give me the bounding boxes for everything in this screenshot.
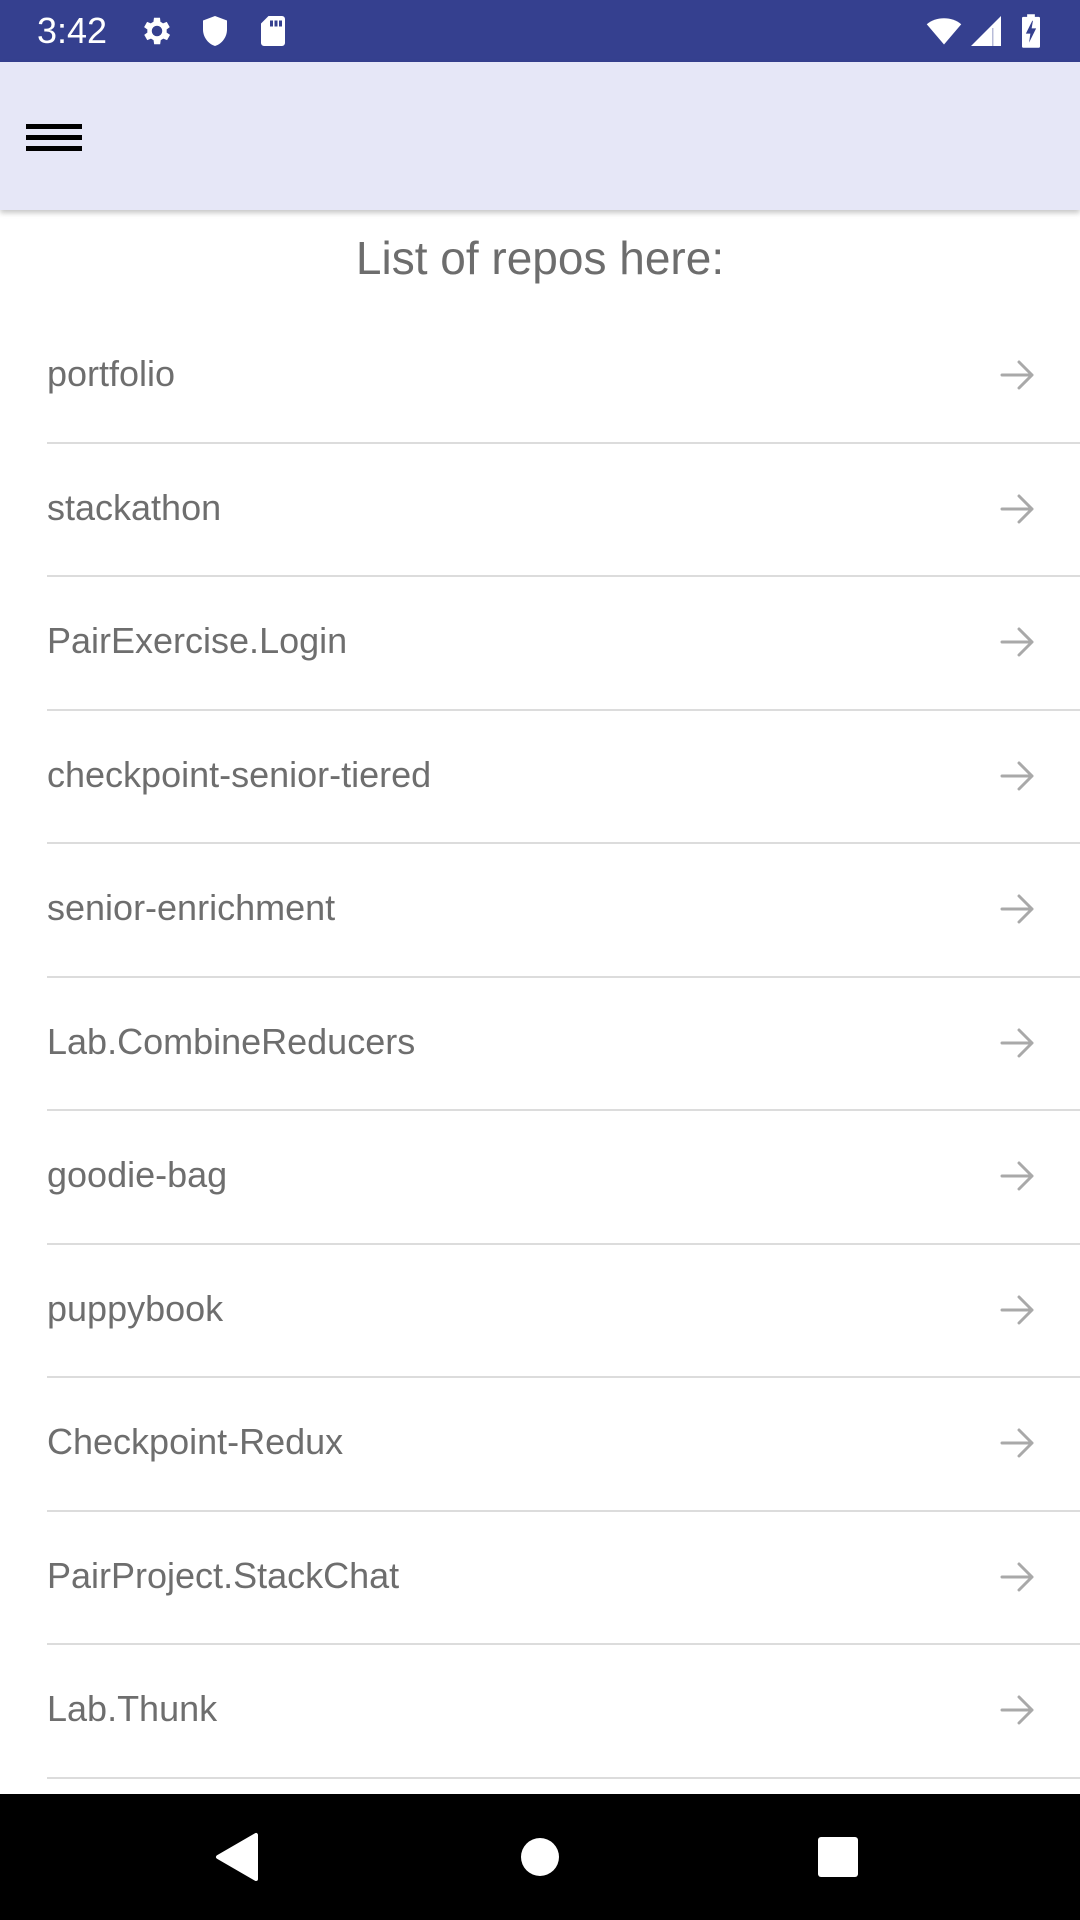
hamburger-menu-button[interactable] [14, 102, 94, 172]
arrow-right-icon [998, 1423, 1038, 1463]
repo-list: portfolio stackathon PairExercise.Login che… [0, 310, 1080, 1779]
wifi-icon [923, 13, 965, 49]
arrow-right-icon [998, 1690, 1038, 1730]
list-item[interactable]: Checkpoint-Redux [47, 1378, 1080, 1512]
status-time: 3:42 [37, 10, 108, 51]
list-item[interactable]: senior-enrichment [47, 844, 1080, 978]
arrow-right-icon [998, 756, 1038, 796]
arrow-right-icon [998, 1290, 1038, 1330]
home-circle-icon [521, 1838, 559, 1876]
arrow-right-icon [998, 889, 1038, 929]
list-item[interactable]: goodie-bag [47, 1111, 1080, 1245]
recents-button[interactable] [808, 1827, 868, 1887]
home-button[interactable] [510, 1827, 570, 1887]
screen: 3:42 List of repos here: portfolio stack… [0, 0, 1080, 1920]
list-item[interactable]: checkpoint-senior-tiered [47, 711, 1080, 844]
arrow-right-icon [998, 489, 1038, 529]
app-bar [0, 62, 1080, 210]
cell-signal-icon [968, 13, 1004, 49]
arrow-right-icon [998, 1023, 1038, 1063]
list-item[interactable]: PairExercise.Login [47, 577, 1080, 711]
repo-name: PairExercise.Login [47, 620, 348, 661]
list-item[interactable]: PairProject.StackChat [47, 1512, 1080, 1645]
arrow-right-icon [998, 355, 1038, 395]
back-button[interactable] [208, 1827, 268, 1887]
arrow-right-icon [998, 622, 1038, 662]
arrow-right-icon [998, 1557, 1038, 1597]
recents-square-icon [818, 1837, 858, 1877]
arrow-right-icon [998, 1156, 1038, 1196]
repo-name: senior-enrichment [47, 887, 336, 928]
repo-name: stackathon [47, 486, 222, 528]
hamburger-menu-icon [26, 124, 82, 151]
repo-name: Checkpoint-Redux [47, 1421, 344, 1462]
repo-name: Lab.Thunk [47, 1688, 218, 1729]
repo-name: checkpoint-senior-tiered [47, 753, 432, 795]
repo-name: PairProject.StackChat [47, 1554, 400, 1596]
list-item[interactable]: Lab.Thunk [47, 1645, 1080, 1779]
list-item[interactable]: puppybook [47, 1245, 1080, 1378]
list-item[interactable]: portfolio [47, 310, 1080, 444]
gear-icon [139, 13, 175, 49]
battery-charging-icon [1014, 13, 1048, 49]
back-triangle-icon [216, 1833, 258, 1881]
navigation-bar [0, 1794, 1080, 1920]
repo-name: goodie-bag [47, 1154, 228, 1195]
page-title: List of repos here: [355, 232, 725, 284]
status-bar: 3:42 [0, 0, 1080, 62]
repo-name: Lab.CombineReducers [47, 1020, 416, 1062]
repo-name: portfolio [47, 353, 176, 394]
repo-list-screen: List of repos here: portfolio stackathon P… [0, 210, 1080, 1794]
repo-name: puppybook [47, 1287, 224, 1329]
shield-icon [197, 13, 233, 49]
sd-card-icon [255, 13, 291, 49]
list-item[interactable]: Lab.CombineReducers [47, 978, 1080, 1111]
list-item[interactable]: stackathon [47, 444, 1080, 577]
